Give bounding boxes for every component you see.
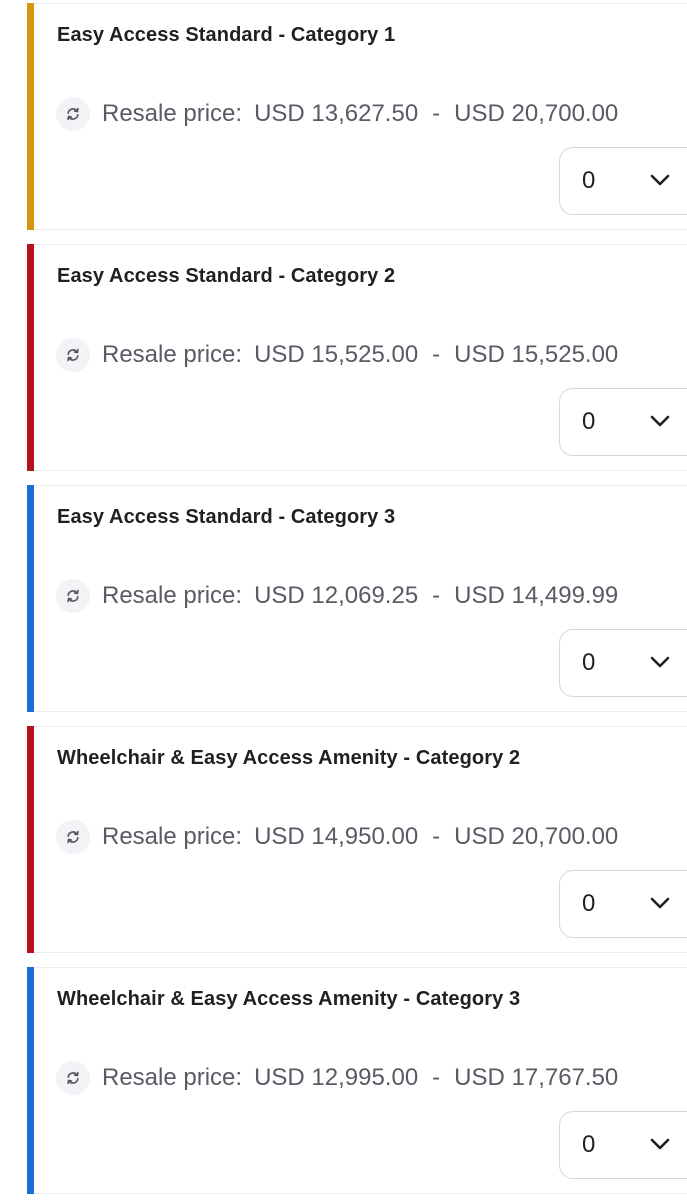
quantity-select[interactable]: 0: [559, 1111, 687, 1179]
ticket-card: Easy Access Standard - Category 1 Resale…: [27, 3, 687, 230]
resale-price-row: Resale price: USD 14,950.00 - USD 20,700…: [56, 819, 618, 855]
quantity-value: 0: [582, 890, 596, 917]
price-separator: -: [432, 1064, 441, 1091]
category-color-bar: [27, 726, 34, 953]
quantity-select[interactable]: 0: [559, 147, 687, 215]
price-separator: -: [432, 100, 441, 127]
ticket-card: Wheelchair & Easy Access Amenity - Categ…: [27, 967, 687, 1194]
ticket-category-title: Easy Access Standard - Category 2: [57, 265, 396, 287]
category-color-bar: [27, 3, 34, 230]
ticket-listing: Easy Access Standard - Category 1 Resale…: [0, 0, 687, 1200]
chevron-down-icon: [650, 173, 670, 192]
resale-cycle-icon: [56, 338, 90, 372]
price-min: USD 12,069.25: [254, 582, 419, 609]
quantity-select[interactable]: 0: [559, 629, 687, 697]
resale-price-label: Resale price:: [102, 1064, 243, 1091]
quantity-value: 0: [582, 649, 596, 676]
resale-price-label: Resale price:: [102, 100, 243, 127]
ticket-category-title: Wheelchair & Easy Access Amenity - Categ…: [57, 747, 521, 769]
ticket-card: Easy Access Standard - Category 2 Resale…: [27, 244, 687, 471]
ticket-category-title: Wheelchair & Easy Access Amenity - Categ…: [57, 988, 521, 1010]
price-min: USD 12,995.00: [254, 1064, 419, 1091]
category-color-bar: [27, 485, 34, 712]
price-max: USD 15,525.00: [454, 341, 619, 368]
quantity-select[interactable]: 0: [559, 388, 687, 456]
price-max: USD 20,700.00: [454, 100, 619, 127]
resale-cycle-icon: [56, 1061, 90, 1095]
ticket-category-title: Easy Access Standard - Category 1: [57, 24, 396, 46]
price-max: USD 14,499.99: [454, 582, 619, 609]
ticket-card: Wheelchair & Easy Access Amenity - Categ…: [27, 726, 687, 953]
resale-price-label: Resale price:: [102, 823, 243, 850]
resale-price-row: Resale price: USD 12,995.00 - USD 17,767…: [56, 1060, 618, 1096]
quantity-select[interactable]: 0: [559, 870, 687, 938]
resale-price-label: Resale price:: [102, 341, 243, 368]
chevron-down-icon: [650, 1137, 670, 1156]
price-separator: -: [432, 823, 441, 850]
ticket-card: Easy Access Standard - Category 3 Resale…: [27, 485, 687, 712]
resale-price-row: Resale price: USD 15,525.00 - USD 15,525…: [56, 337, 618, 373]
resale-cycle-icon: [56, 820, 90, 854]
price-min: USD 14,950.00: [254, 823, 419, 850]
quantity-value: 0: [582, 167, 596, 194]
quantity-value: 0: [582, 408, 596, 435]
price-separator: -: [432, 341, 441, 368]
resale-price-row: Resale price: USD 13,627.50 - USD 20,700…: [56, 96, 618, 132]
resale-price-row: Resale price: USD 12,069.25 - USD 14,499…: [56, 578, 618, 614]
price-max: USD 17,767.50: [454, 1064, 619, 1091]
price-max: USD 20,700.00: [454, 823, 619, 850]
price-separator: -: [432, 582, 441, 609]
ticket-category-title: Easy Access Standard - Category 3: [57, 506, 396, 528]
category-color-bar: [27, 967, 34, 1194]
category-color-bar: [27, 244, 34, 471]
resale-cycle-icon: [56, 97, 90, 131]
chevron-down-icon: [650, 896, 670, 915]
resale-price-label: Resale price:: [102, 582, 243, 609]
price-min: USD 15,525.00: [254, 341, 419, 368]
resale-cycle-icon: [56, 579, 90, 613]
price-min: USD 13,627.50: [254, 100, 419, 127]
chevron-down-icon: [650, 414, 670, 433]
chevron-down-icon: [650, 655, 670, 674]
quantity-value: 0: [582, 1131, 596, 1158]
